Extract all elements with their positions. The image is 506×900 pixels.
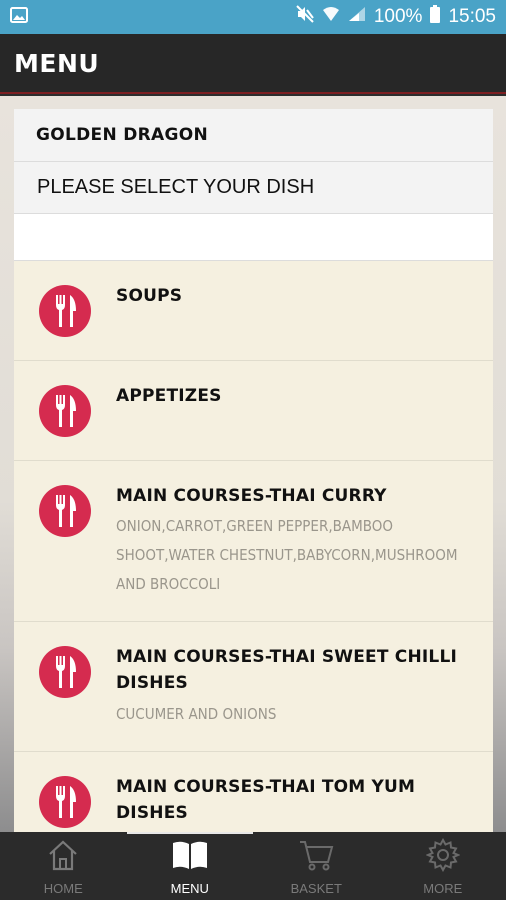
cutlery-icon — [39, 776, 91, 828]
category-title: MAIN COURSES-THAI TOM YUM DISHES — [116, 777, 416, 823]
menu-card: GOLDEN DRAGON PLEASE SELECT YOUR DISH SO… — [14, 109, 493, 832]
battery-percent: 100% — [373, 6, 423, 27]
app-bar: MENU — [0, 34, 506, 94]
tab-basket[interactable]: BASKET — [253, 832, 380, 900]
cutlery-icon — [39, 485, 91, 537]
tab-label: HOME — [43, 881, 83, 896]
category-item-thai-sweet-chilli[interactable]: MAIN COURSES-THAI SWEET CHILLI DISHES CU… — [14, 622, 493, 752]
category-title: SOUPS — [116, 286, 183, 306]
blank-row — [14, 214, 493, 261]
tab-home[interactable]: HOME — [0, 832, 127, 900]
tab-label: MENU — [170, 881, 209, 896]
book-icon — [171, 838, 209, 877]
gear-icon — [425, 837, 461, 877]
cutlery-icon — [39, 285, 91, 337]
category-item-soups[interactable]: SOUPS — [14, 261, 493, 361]
image-icon — [10, 6, 28, 28]
category-item-thai-curry[interactable]: MAIN COURSES-THAI CURRY ONION,CARROT,GRE… — [14, 461, 493, 622]
bottom-nav: HOME MENU BASKET MORE — [0, 832, 506, 900]
content-area: GOLDEN DRAGON PLEASE SELECT YOUR DISH SO… — [0, 96, 506, 832]
category-item-thai-tom-yum[interactable]: MAIN COURSES-THAI TOM YUM DISHES — [14, 752, 493, 832]
cutlery-icon — [39, 646, 91, 698]
tab-menu[interactable]: MENU — [126, 832, 254, 900]
tab-label: MORE — [423, 881, 463, 896]
clock: 15:05 — [448, 6, 496, 27]
category-description: ONION,CARROT,GREEN PEPPER,BAMBOO SHOOT,W… — [116, 517, 458, 593]
category-title: APPETIZES — [116, 386, 222, 406]
restaurant-name: GOLDEN DRAGON — [36, 125, 208, 145]
signal-icon — [348, 6, 366, 28]
wifi-icon — [322, 6, 340, 28]
home-icon — [46, 838, 80, 877]
tab-label: BASKET — [290, 881, 342, 896]
tab-more[interactable]: MORE — [380, 832, 506, 900]
category-title: MAIN COURSES-THAI CURRY — [116, 486, 387, 506]
page-title: MENU — [14, 48, 100, 78]
select-prompt: PLEASE SELECT YOUR DISH — [37, 176, 315, 198]
cutlery-icon — [39, 385, 91, 437]
mute-icon — [296, 5, 314, 29]
category-title: MAIN COURSES-THAI SWEET CHILLI DISHES — [116, 647, 458, 693]
restaurant-header: GOLDEN DRAGON — [14, 109, 493, 162]
status-bar: 100% 15:05 — [0, 0, 506, 34]
category-item-appetizes[interactable]: APPETIZES — [14, 361, 493, 461]
category-description: CUCUMER AND ONIONS — [116, 705, 277, 723]
select-prompt-row: PLEASE SELECT YOUR DISH — [14, 162, 493, 214]
cart-icon — [298, 838, 334, 877]
battery-icon — [430, 5, 441, 29]
